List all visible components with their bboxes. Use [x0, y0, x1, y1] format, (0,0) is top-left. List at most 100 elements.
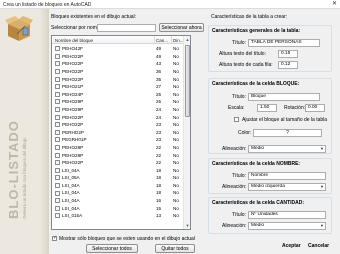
table-row[interactable]: PEHO22P 22 No [52, 159, 183, 167]
row-checkbox[interactable] [55, 129, 60, 135]
block-dynamic-cell: No [173, 91, 179, 97]
table-row[interactable]: PEHO24P 25 No [52, 91, 183, 99]
select-by-name-input[interactable] [97, 24, 156, 32]
row-checkbox[interactable] [55, 69, 60, 75]
color-picker[interactable]: ? [253, 129, 322, 137]
row-checkbox[interactable] [55, 122, 60, 128]
block-name-cell: PEHO42F [62, 46, 83, 52]
table-row[interactable]: LSI_04A 15 No [52, 204, 183, 212]
table-row[interactable]: PEHO22P 35 No [52, 75, 183, 83]
block-dynamic-cell: No [173, 190, 179, 196]
row-checkbox[interactable] [55, 137, 60, 143]
row-checkbox[interactable] [55, 205, 60, 211]
table-row[interactable]: PEHO22P 49 No [52, 53, 183, 61]
vertical-scrollbar[interactable]: ▲ ▼ [183, 36, 190, 229]
row-checkbox[interactable] [55, 46, 60, 52]
select-now-button[interactable]: Seleccionar ahora [159, 23, 204, 32]
table-general-title: Características generales de la tabla: [212, 28, 301, 34]
table-row[interactable]: PEGRH01P 23 No [52, 136, 183, 144]
name-title-input[interactable]: Nombre [248, 172, 326, 180]
table-row[interactable]: LSI_04A 16 No [52, 197, 183, 205]
column-header-name[interactable]: Nombre del bloque [55, 38, 93, 43]
cancel-button[interactable]: Cancelar [308, 243, 329, 249]
block-dynamic-cell: No [173, 129, 179, 135]
block-dynamic-cell: No [173, 68, 179, 74]
row-checkbox[interactable] [55, 114, 60, 120]
row-checkbox[interactable] [55, 182, 60, 188]
block-count-cell: 35 [156, 76, 162, 82]
block-name-cell: PEHO22P [62, 122, 84, 128]
table-row[interactable]: LSI_04A 18 No [52, 182, 183, 190]
block-dynamic-cell: No [173, 175, 179, 181]
table-row[interactable]: PERHO2P 23 No [52, 129, 183, 137]
row-checkbox[interactable] [55, 91, 60, 97]
row-checkbox[interactable] [55, 99, 60, 105]
remove-all-button[interactable]: Quitar todos [155, 244, 195, 253]
select-all-button[interactable]: Seleccionar todos [86, 244, 138, 253]
scroll-down-icon[interactable]: ▼ [184, 222, 190, 229]
row-checkbox[interactable] [55, 213, 60, 219]
column-header-count[interactable]: Can... [156, 38, 168, 43]
row-checkbox[interactable] [55, 198, 60, 204]
window-title: Crea un listado de bloques en AutoCAD [3, 1, 92, 8]
accept-button[interactable]: Aceptar [282, 243, 301, 249]
table-row[interactable]: PEHO28P 22 No [52, 151, 183, 159]
scale-label: Escala: [228, 105, 245, 111]
remove-all-label: Quitar todos [161, 246, 189, 252]
row-checkbox[interactable] [55, 84, 60, 90]
table-row[interactable]: PEHO22P 43 No [52, 60, 183, 68]
table-row[interactable]: PEHO22P 23 No [52, 121, 183, 129]
table-row[interactable]: LSI_04A 18 No [52, 167, 183, 175]
block-count-cell: 49 [156, 46, 162, 52]
rotation-label: Rotación: [284, 105, 306, 111]
table-row[interactable]: PEHO42F 49 No [52, 45, 183, 53]
block-title-input[interactable]: Bloque [248, 93, 320, 101]
row-checkbox[interactable] [55, 61, 60, 67]
row-checkbox[interactable] [55, 167, 60, 173]
table-row[interactable]: LSI_015A 13 No [52, 212, 183, 220]
scroll-up-icon[interactable]: ▲ [184, 36, 190, 43]
rotation-input[interactable]: 0.00 [305, 104, 325, 112]
table-row[interactable]: PEHO22P 24 No [52, 113, 183, 121]
adjust-block-checkbox[interactable] [234, 117, 239, 122]
row-checkbox[interactable] [55, 53, 60, 59]
block-name-cell: LSI_04A [62, 167, 80, 173]
block-dynamic-cell: No [173, 61, 179, 67]
block-count-cell: 18 [156, 167, 162, 173]
column-header-dynamic[interactable]: Din... [173, 38, 184, 43]
row-checkbox[interactable] [55, 190, 60, 196]
row-checkbox[interactable] [55, 152, 60, 158]
row-checkbox[interactable] [55, 76, 60, 82]
close-icon[interactable]: ✕ [332, 1, 337, 8]
name-align-select[interactable]: Medio izquierda ▼ [248, 183, 326, 191]
qty-title-input[interactable]: Nº Unidades [248, 211, 326, 219]
row-checkbox[interactable] [55, 175, 60, 181]
qty-align-select[interactable]: Medio ▼ [248, 222, 326, 230]
block-count-cell: 22 [156, 152, 162, 158]
row-checkbox[interactable] [55, 107, 60, 113]
block-dynamic-cell: No [173, 167, 179, 173]
block-count-cell: 18 [156, 182, 162, 188]
table-row[interactable]: LSI_05A 18 No [52, 174, 183, 182]
block-name-cell: PEHO24P [62, 91, 84, 97]
qty-align-label: Alineación: [222, 223, 247, 229]
name-title-label: Título: [232, 173, 246, 179]
title-text-height-input[interactable]: 0.15 [278, 50, 298, 58]
table-row[interactable]: PEHO28P 22 No [52, 144, 183, 152]
scale-input[interactable]: 1.50 [257, 104, 277, 112]
table-row[interactable]: PEHO29P 25 No [52, 98, 183, 106]
block-dynamic-cell: No [173, 152, 179, 158]
chevron-down-icon: ▼ [320, 146, 324, 151]
table-title-input[interactable]: TABLA DE PERSONAS [248, 39, 320, 47]
table-row[interactable]: LSI_04A 18 No [52, 189, 183, 197]
show-only-used-checkbox[interactable] [52, 235, 57, 241]
table-row[interactable]: PEHO21P 27 No [52, 83, 183, 91]
block-align-select[interactable]: Medio ▼ [248, 145, 326, 153]
table-row[interactable]: PEHO29P 24 No [52, 106, 183, 114]
block-align-value: Medio [251, 146, 265, 151]
table-row[interactable]: PEHO22P 36 No [52, 68, 183, 76]
row-checkbox[interactable] [55, 160, 60, 166]
scrollbar-thumb[interactable] [185, 45, 190, 117]
row-checkbox[interactable] [55, 145, 60, 151]
row-text-height-input[interactable]: 0.12 [278, 61, 298, 69]
